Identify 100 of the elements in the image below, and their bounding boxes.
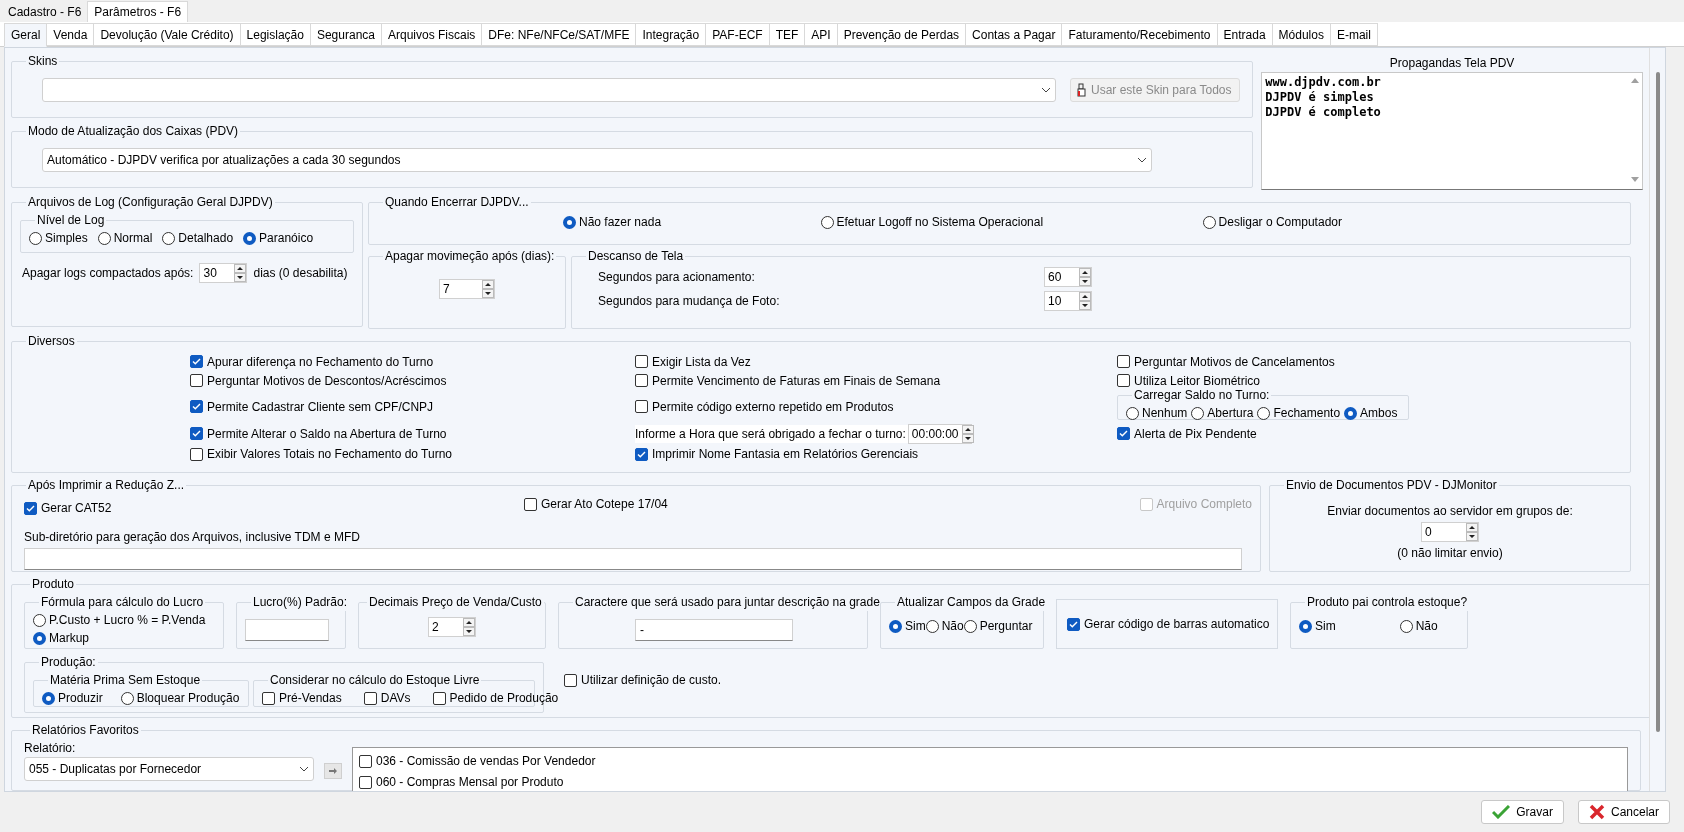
tab[interactable]: Venda — [46, 23, 95, 46]
tab[interactable]: Devolução (Vale Crédito) — [93, 23, 241, 46]
spin-field[interactable]: 7 — [439, 279, 495, 299]
checkbox-label: Perguntar Motivos de Cancelamentos — [1134, 353, 1335, 371]
radio-button[interactable] — [29, 231, 42, 245]
spin-field[interactable]: 10 — [1044, 291, 1092, 311]
close-icon — [1588, 804, 1605, 820]
checkbox[interactable] — [190, 427, 203, 440]
spin-field[interactable]: 60 — [1044, 267, 1092, 287]
tab[interactable]: Seguranca — [309, 23, 382, 46]
checkbox-label: Permite Alterar o Saldo na Abertura de Turno — [207, 425, 447, 443]
tab[interactable]: Prevenção de Perdas — [836, 23, 967, 46]
radio-button[interactable] — [889, 619, 902, 633]
tab[interactable]: DFe: NFe/NFCe/SAT/MFE — [481, 23, 637, 46]
checkbox[interactable] — [1117, 427, 1130, 440]
checkbox[interactable] — [363, 691, 377, 705]
checkbox[interactable] — [564, 673, 577, 687]
group-title: Envio de Documentos PDV - DJMonitor — [1285, 477, 1498, 494]
radio-button[interactable] — [42, 691, 55, 705]
directory-field[interactable] — [24, 548, 1242, 570]
spin-arrows-icon[interactable] — [482, 280, 494, 298]
radio-button[interactable] — [1344, 406, 1358, 420]
checkbox[interactable] — [1117, 374, 1130, 387]
radio-button[interactable] — [1399, 619, 1413, 633]
save-button[interactable]: Gravar — [1481, 800, 1564, 824]
checkmark-icon — [1492, 805, 1511, 819]
profit-field[interactable] — [245, 619, 329, 641]
spin-arrows-icon[interactable] — [234, 264, 247, 282]
chevron-down-icon — [299, 766, 309, 772]
tab[interactable]: Entrada — [1216, 23, 1273, 46]
tab[interactable]: PAF-ECF — [705, 23, 770, 46]
cancel-button[interactable]: Cancelar — [1577, 800, 1670, 824]
checkbox[interactable] — [190, 355, 203, 368]
radio-button[interactable] — [963, 619, 977, 633]
field-suffix: dias (0 desabilita) — [253, 265, 348, 282]
radio-button[interactable] — [162, 231, 176, 245]
checkbox-label: Exigir Lista da Vez — [652, 353, 751, 371]
tab[interactable]: Arquivos Fiscais — [381, 23, 483, 46]
field-label: Segundos para mudança de Foto: — [598, 293, 781, 310]
tab[interactable]: API — [804, 23, 838, 46]
checkbox[interactable] — [635, 374, 648, 387]
radio-button[interactable] — [820, 215, 834, 229]
tab[interactable]: Contas a Pagar — [965, 23, 1063, 46]
radio-button[interactable] — [33, 613, 46, 627]
ads-text-area[interactable]: www.djpdv.com.br DJPDV é simples DJPDV é completo — [1261, 72, 1643, 190]
checkbox[interactable] — [190, 447, 203, 461]
tab[interactable]: Geral — [4, 23, 48, 47]
tab[interactable]: Legislação — [239, 23, 311, 46]
checkbox[interactable] — [1067, 617, 1080, 631]
radio-label: Paranóico — [259, 230, 314, 247]
radio-button[interactable] — [1202, 215, 1216, 229]
radio-button[interactable] — [563, 215, 576, 229]
radio-label: Fechamento — [1273, 405, 1341, 422]
checkbox-label: Exibir Valores Totais no Fechamento do Turno — [207, 446, 453, 463]
checkbox-label: Imprimir Nome Fantasia em Relatórios Gerenciais — [652, 446, 919, 463]
spin-arrows-icon[interactable] — [1079, 268, 1091, 286]
tab[interactable]: Módulos — [1271, 23, 1331, 46]
spin-arrows-icon[interactable] — [1079, 292, 1091, 310]
spin-field[interactable]: 2 — [428, 617, 476, 637]
checkbox[interactable] — [432, 691, 446, 705]
time-field[interactable]: 00:00:00 — [907, 423, 972, 444]
radio-button[interactable] — [1191, 406, 1205, 420]
checkbox[interactable] — [190, 374, 203, 387]
window-tab[interactable]: Cadastro - F6 — [2, 1, 88, 22]
spin-arrows-icon[interactable] — [463, 618, 475, 636]
radio-button[interactable] — [97, 231, 111, 245]
checkbox[interactable] — [359, 775, 372, 789]
radio-button[interactable] — [120, 691, 134, 705]
spin-arrows-icon[interactable] — [1466, 523, 1478, 541]
tab[interactable]: Faturamento/Recebimento — [1061, 23, 1218, 46]
join-char-field[interactable]: - — [635, 619, 793, 641]
radio-button[interactable] — [925, 619, 939, 633]
add-button[interactable] — [324, 763, 342, 779]
group-title: Lucro(%) Padrão: — [252, 594, 349, 611]
report-list[interactable]: 036 - Comissão de vendas Por Vendedor 060 - Compras Mensal por Produto — [352, 747, 1628, 791]
radio-button[interactable] — [243, 231, 257, 245]
checkbox-label: Utilizar definição de custo. — [581, 672, 722, 689]
radio-button[interactable] — [1299, 619, 1312, 633]
radio-button[interactable] — [33, 631, 46, 645]
checkbox[interactable] — [24, 501, 37, 515]
window-tab[interactable]: Parâmetros - F6 — [87, 1, 189, 22]
checkbox[interactable] — [635, 355, 648, 368]
tab[interactable]: E-mail — [1329, 23, 1378, 46]
checkbox[interactable] — [359, 754, 372, 768]
group-title: Produto — [31, 576, 76, 593]
checkbox[interactable] — [190, 400, 203, 413]
checkbox[interactable] — [1117, 355, 1130, 368]
checkbox[interactable] — [524, 497, 537, 511]
dropdown[interactable]: 055 - Duplicatas por Fornecedor — [24, 757, 314, 781]
checkbox[interactable] — [262, 691, 275, 705]
checkbox[interactable] — [635, 447, 648, 461]
ads-title: Propagandas Tela PDV — [1388, 55, 1516, 72]
radio-button[interactable] — [1257, 406, 1271, 420]
tab[interactable]: Integração — [635, 23, 707, 46]
spin-arrows-icon[interactable] — [961, 424, 974, 443]
radio-button[interactable] — [1126, 406, 1139, 420]
dropdown[interactable]: Automático - DJPDV verifica por atualizações a cada 30 segundos — [42, 148, 1152, 172]
spin-field[interactable]: 30 — [199, 263, 248, 283]
checkbox[interactable] — [635, 400, 648, 413]
spin-field[interactable]: 0 — [1421, 522, 1479, 542]
